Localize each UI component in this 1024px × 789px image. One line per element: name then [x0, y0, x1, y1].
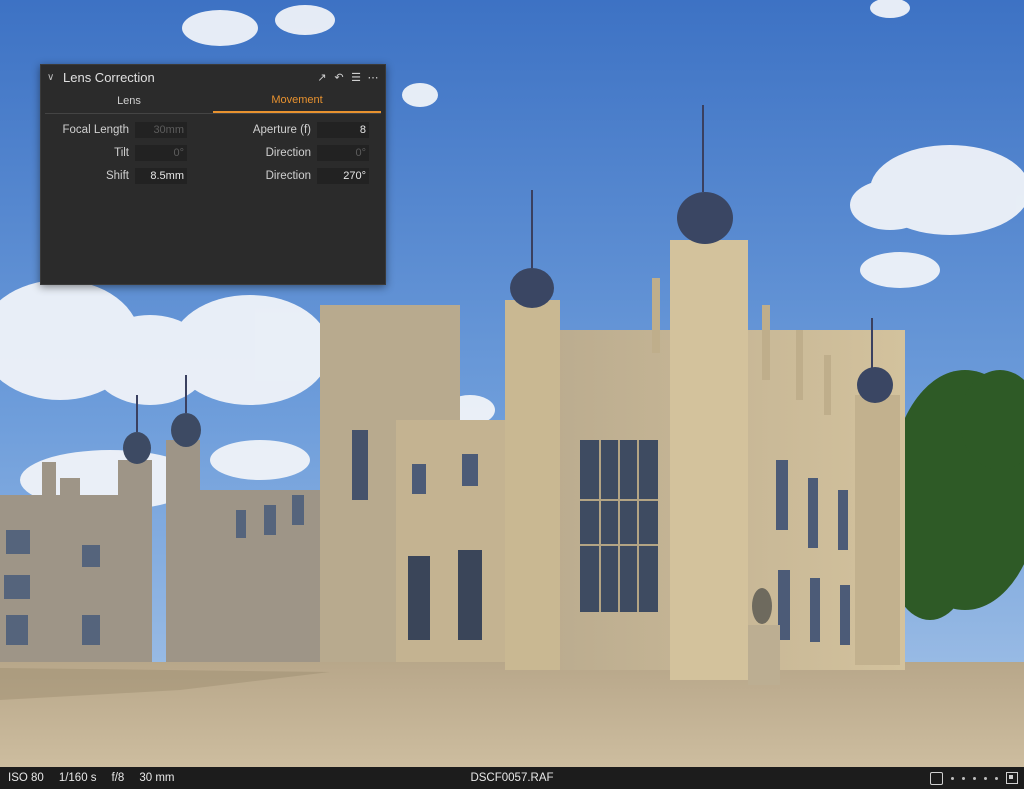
focal-length-readout: 30 mm — [139, 772, 175, 784]
shift-field[interactable]: 8.5mm — [135, 167, 187, 184]
shift-direction-field[interactable]: 270° — [317, 167, 369, 184]
panel-header[interactable]: ∨ Lens Correction ↗ ↶ ☰ ⋯ — [41, 65, 385, 89]
rating-dot-icon[interactable] — [984, 776, 987, 780]
row-focal-aperture: Focal Length 30mm Aperture (f) 8 — [41, 118, 385, 141]
shutter-readout: 1/160 s — [58, 772, 97, 784]
focal-length-field[interactable]: 30mm — [135, 121, 187, 138]
focal-length-label: Focal Length — [62, 123, 130, 136]
aperture-field[interactable]: 8 — [317, 121, 369, 138]
rating-dot-icon[interactable] — [951, 776, 954, 780]
tab-lens[interactable]: Lens — [45, 89, 213, 113]
rating-dot-icon[interactable] — [962, 776, 965, 780]
copy-adjustments-icon[interactable]: ↗ — [316, 71, 328, 84]
rating-dot-icon[interactable] — [973, 776, 976, 780]
presets-menu-icon[interactable]: ☰ — [350, 71, 362, 84]
tilt-direction-field[interactable]: 0° — [317, 144, 369, 161]
tilt-direction-label: Direction — [265, 146, 311, 159]
lens-correction-panel: ∨ Lens Correction ↗ ↶ ☰ ⋯ Lens Movement … — [40, 64, 386, 285]
status-bar: ISO 80 1/160 s f/8 30 mm DSCF0057.RAF — [0, 767, 1024, 789]
tilt-label: Tilt — [114, 146, 129, 159]
rating-dot-icon[interactable] — [995, 776, 998, 780]
row-shift: Shift 8.5mm Direction 270° — [41, 164, 385, 187]
row-tilt: Tilt 0° Direction 0° — [41, 141, 385, 164]
more-options-icon[interactable]: ⋯ — [367, 71, 379, 84]
tab-movement[interactable]: Movement — [213, 89, 381, 113]
view-mode-icon[interactable] — [930, 771, 943, 785]
shift-direction-label: Direction — [265, 169, 311, 182]
panel-title: Lens Correction — [63, 69, 155, 85]
tilt-field[interactable]: 0° — [135, 144, 187, 161]
color-tag-icon[interactable] — [1006, 772, 1018, 784]
reset-icon[interactable]: ↶ — [333, 71, 345, 84]
shift-label: Shift — [105, 169, 129, 182]
aperture-label: Aperture (f) — [252, 123, 311, 136]
iso-readout: ISO 80 — [8, 772, 44, 784]
panel-tabs: Lens Movement — [45, 89, 381, 114]
chevron-down-icon[interactable]: ∨ — [47, 72, 61, 83]
aperture-readout: f/8 — [111, 772, 125, 784]
